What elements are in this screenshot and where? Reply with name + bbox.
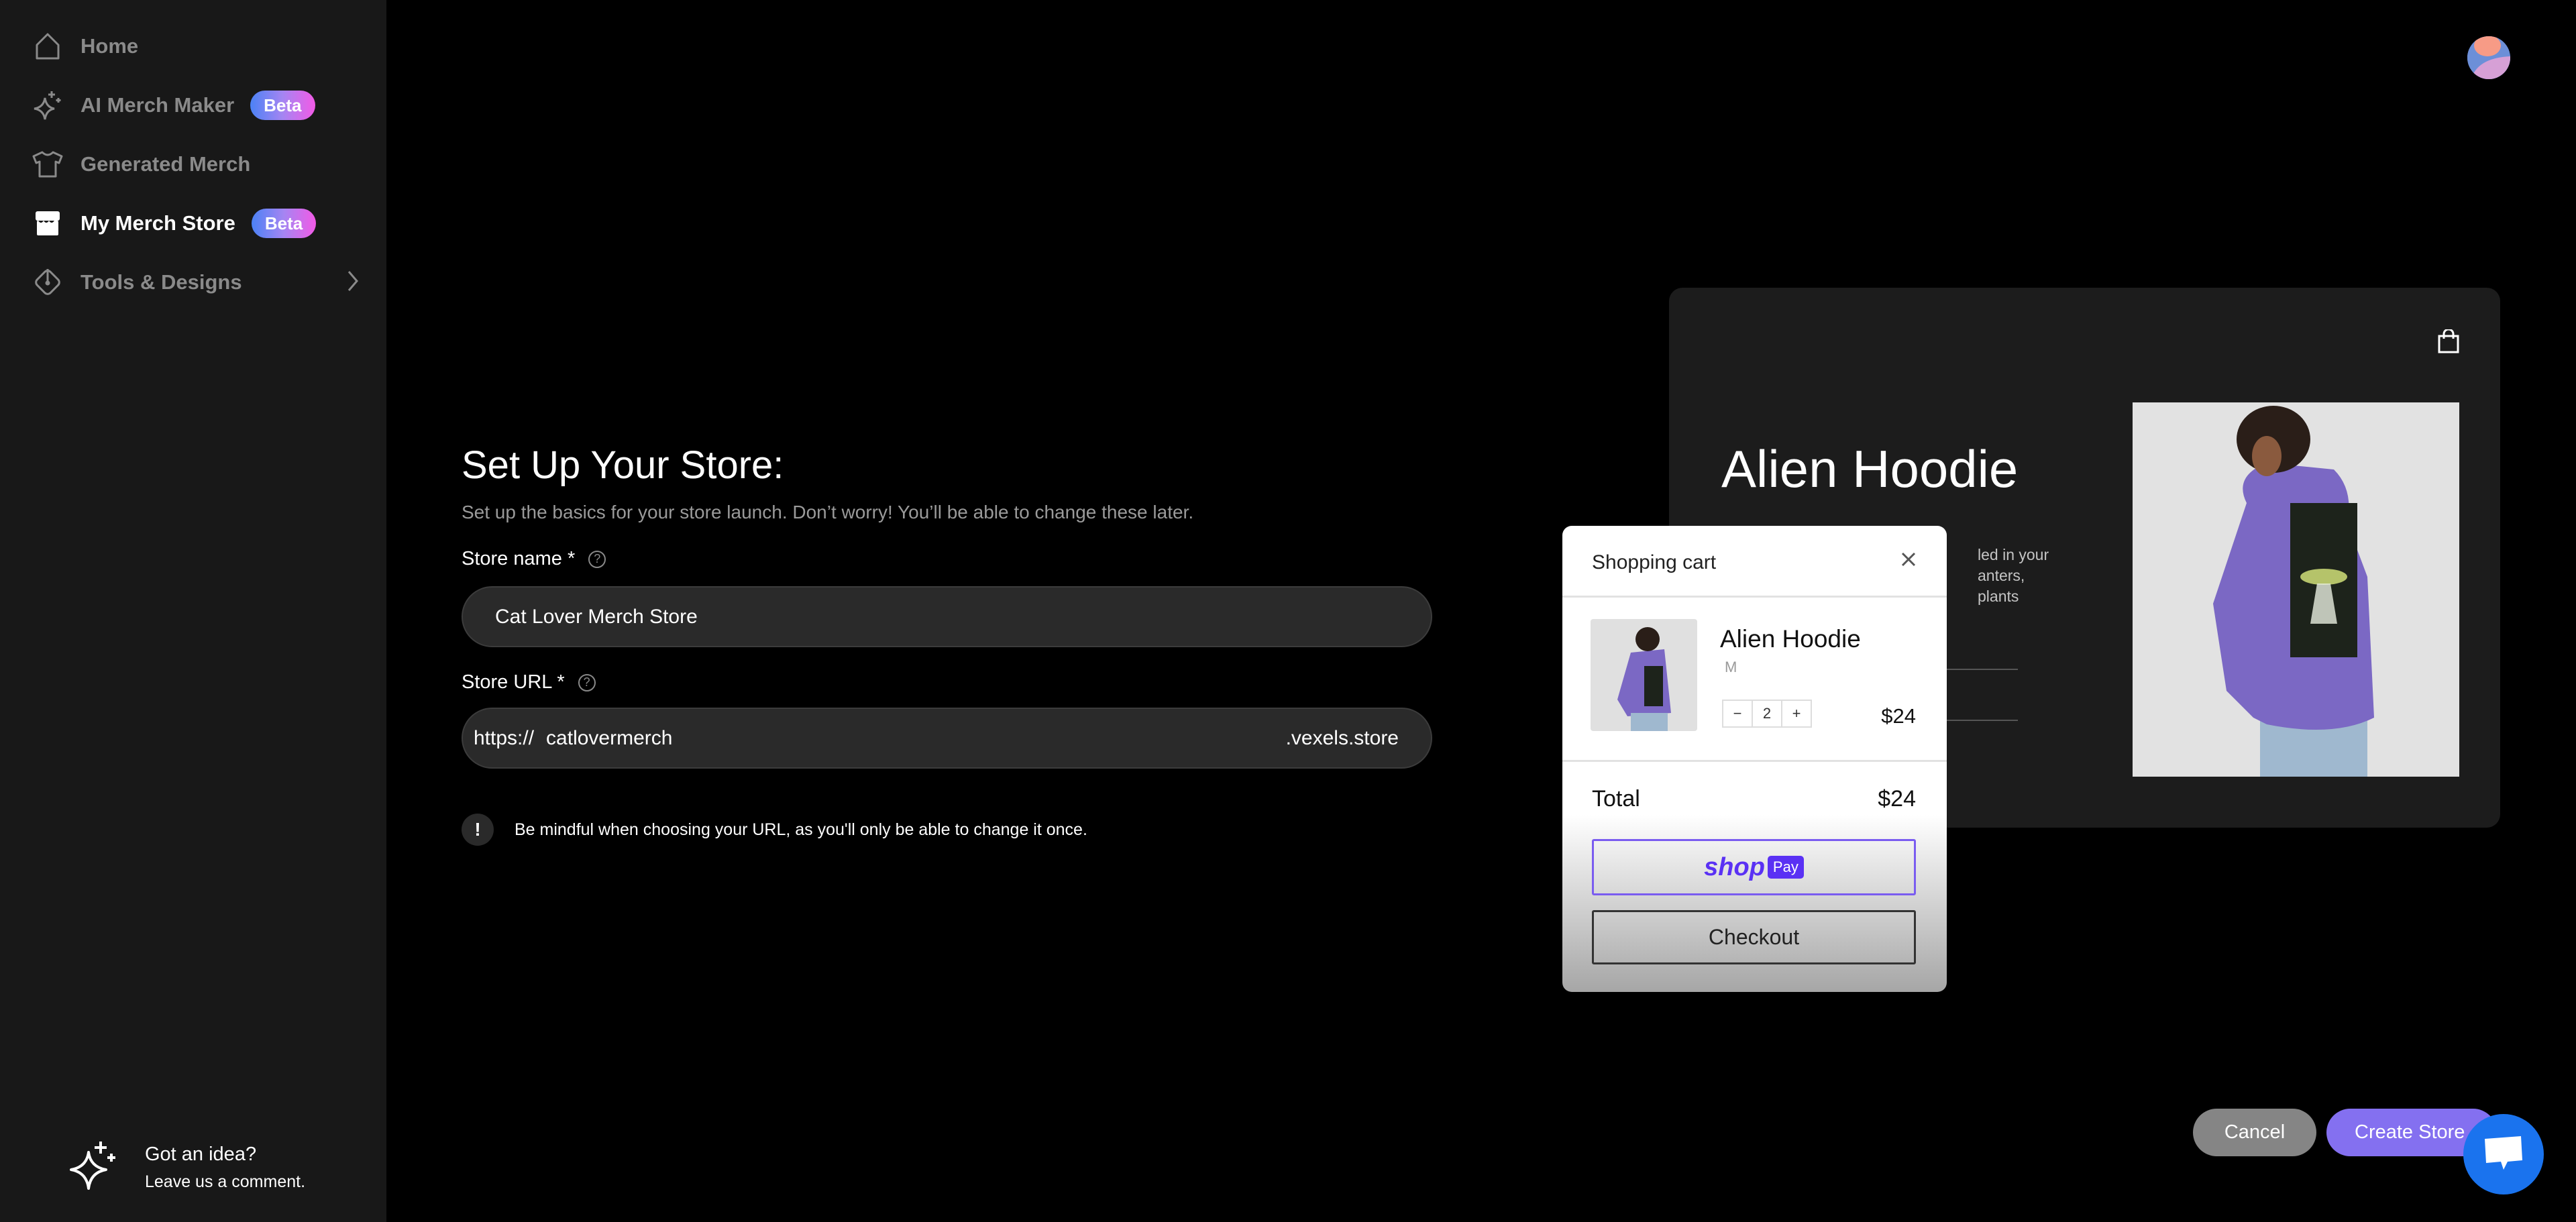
page-title: Set Up Your Store: xyxy=(462,443,784,487)
product-image xyxy=(2133,402,2459,777)
cancel-button[interactable]: Cancel xyxy=(2193,1109,2316,1156)
divider xyxy=(1562,760,1947,762)
store-url-label: Store URL * ? xyxy=(462,671,596,693)
description-line: led in your xyxy=(1978,546,2049,563)
pen-tool-icon xyxy=(31,266,64,299)
url-prefix: https:// xyxy=(474,726,535,749)
url-value: catlovermerch xyxy=(546,726,673,749)
page-subtitle: Set up the basics for your store launch.… xyxy=(462,502,1194,522)
shopping-cart-popup: Shopping cart Alien Hoodie M − 2 + $24 T… xyxy=(1562,526,1947,992)
product-title: Alien Hoodie xyxy=(1721,439,2019,498)
avatar[interactable] xyxy=(2467,36,2510,79)
quantity-value[interactable]: 2 xyxy=(1753,701,1782,726)
tshirt-icon xyxy=(31,148,64,181)
shopping-bag-icon xyxy=(2437,328,2460,357)
store-name-input[interactable]: Cat Lover Merch Store xyxy=(462,586,1432,647)
checkout-button[interactable]: Checkout xyxy=(1592,910,1916,964)
quantity-stepper: − 2 + xyxy=(1722,700,1812,728)
sidebar-item-tools-designs[interactable]: Tools & Designs xyxy=(31,262,360,302)
description-line: plants xyxy=(1978,588,2019,605)
beta-badge: Beta xyxy=(250,91,315,120)
total-label: Total xyxy=(1592,786,1640,812)
shop-pay-button[interactable]: shop Pay xyxy=(1592,839,1916,895)
sidebar-item-label: Home xyxy=(80,34,139,58)
chevron-right-icon[interactable] xyxy=(346,269,360,298)
divider xyxy=(1937,669,2018,670)
increment-button[interactable]: + xyxy=(1782,701,1811,726)
description-line: anters, xyxy=(1978,567,2025,584)
home-icon xyxy=(31,30,64,63)
sidebar-item-label: AI Merch Maker xyxy=(80,93,235,117)
sidebar-item-ai-merch-maker[interactable]: AI Merch Maker Beta xyxy=(31,85,360,125)
notice-text: Be mindful when choosing your URL, as yo… xyxy=(515,820,1087,839)
exclamation-icon: ! xyxy=(462,814,494,846)
decrement-button[interactable]: − xyxy=(1723,701,1753,726)
cart-item-name: Alien Hoodie xyxy=(1720,625,1861,653)
label-text: Store name * xyxy=(462,548,576,569)
store-url-input[interactable]: https:// catlovermerch .vexels.store xyxy=(462,708,1432,769)
sidebar-item-my-merch-store[interactable]: My Merch Store Beta xyxy=(31,203,360,243)
url-suffix: .vexels.store xyxy=(1285,726,1399,749)
cart-item-thumbnail xyxy=(1591,619,1697,731)
sidebar-item-home[interactable]: Home xyxy=(31,26,360,66)
store-name-label: Store name * ? xyxy=(462,548,606,570)
shop-pay-logo: shop xyxy=(1704,852,1765,881)
label-text: Store URL * xyxy=(462,671,565,693)
cart-item-price: $24 xyxy=(1881,704,1916,728)
help-icon[interactable]: ? xyxy=(588,550,606,568)
sparkle-icon xyxy=(31,89,64,122)
product-description: led in your anters, plants xyxy=(1978,545,2049,607)
divider xyxy=(1562,596,1947,598)
cart-item-variant: M xyxy=(1725,659,1737,675)
pay-badge: Pay xyxy=(1767,856,1804,879)
sidebar-item-generated-merch[interactable]: Generated Merch xyxy=(31,144,360,184)
divider xyxy=(1937,720,2018,721)
chat-button[interactable] xyxy=(2463,1114,2544,1195)
feedback-link[interactable]: Got an idea? Leave us a comment. xyxy=(70,1140,305,1195)
sidebar: Home AI Merch Maker Beta Generated Merch… xyxy=(0,0,386,1222)
sparkle-icon xyxy=(70,1140,118,1195)
total-value: $24 xyxy=(1878,786,1916,812)
url-notice: ! Be mindful when choosing your URL, as … xyxy=(462,814,1087,846)
sidebar-item-label: Tools & Designs xyxy=(80,270,242,294)
feedback-title: Got an idea? xyxy=(145,1143,257,1165)
beta-badge: Beta xyxy=(251,209,317,238)
sidebar-item-label: My Merch Store xyxy=(80,211,235,235)
store-icon xyxy=(31,207,64,240)
input-value: Cat Lover Merch Store xyxy=(495,605,698,628)
cart-title: Shopping cart xyxy=(1592,551,1717,573)
close-icon[interactable] xyxy=(1900,551,1917,571)
feedback-subtitle: Leave us a comment. xyxy=(145,1172,306,1191)
chat-icon xyxy=(2483,1135,2524,1174)
help-icon[interactable]: ? xyxy=(578,673,596,691)
sidebar-item-label: Generated Merch xyxy=(80,152,251,176)
